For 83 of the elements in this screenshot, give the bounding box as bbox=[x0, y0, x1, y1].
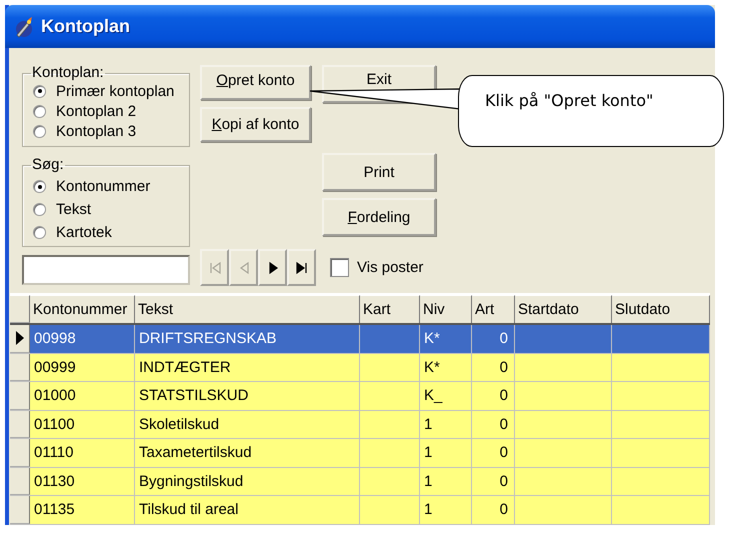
print-button[interactable]: Print bbox=[322, 153, 436, 191]
table-row[interactable]: 01000 STATSTILSKUD K_ 0 bbox=[10, 382, 710, 410]
radio-button[interactable] bbox=[33, 226, 46, 239]
table-cell: INDTÆGTER bbox=[139, 358, 231, 376]
skip-icon bbox=[294, 260, 308, 274]
radio-option[interactable]: Primær kontoplan bbox=[33, 81, 185, 101]
table-cell: 00999 bbox=[34, 358, 76, 376]
row-indicator bbox=[10, 439, 30, 466]
table-cell: K* bbox=[424, 358, 440, 376]
column-header[interactable]: Kart bbox=[360, 295, 420, 323]
radio-option[interactable]: Kartotek bbox=[33, 221, 185, 244]
table-cell: 0 bbox=[500, 444, 508, 462]
radio-button[interactable] bbox=[33, 104, 46, 118]
column-header[interactable]: Niv bbox=[420, 295, 472, 323]
table-cell: K_ bbox=[424, 387, 442, 404]
checkbox[interactable] bbox=[330, 258, 349, 277]
table-row[interactable]: 01135 Tilskud til areal 1 0 bbox=[10, 496, 710, 524]
table-cell: Taxametertilskud bbox=[139, 444, 252, 462]
table-cell: Tilskud til areal bbox=[139, 501, 238, 518]
column-header[interactable]: Kontonummer bbox=[30, 295, 135, 323]
current-row-icon bbox=[16, 331, 24, 346]
table-cell: Bygningstilskud bbox=[139, 472, 244, 490]
radio-label: Primær kontoplan bbox=[56, 82, 174, 100]
table-row[interactable]: 01130 Bygningstilskud 1 0 bbox=[10, 468, 710, 496]
radio-option[interactable]: Kontonummer bbox=[33, 175, 185, 198]
table-cell: 0 bbox=[500, 472, 508, 490]
table-row[interactable]: 01110 Taxametertilskud 1 0 bbox=[10, 439, 710, 468]
table-row[interactable]: 01100 Skoletilskud 1 0 bbox=[10, 410, 710, 439]
table-cell: 01100 bbox=[34, 416, 75, 433]
table-cell: STATSTILSKUD bbox=[139, 387, 248, 404]
column-header[interactable]: Slutdato bbox=[612, 295, 710, 323]
torch-icon bbox=[13, 16, 35, 38]
radio-label: Kontoplan 3 bbox=[56, 122, 136, 140]
table-cell: 1 bbox=[424, 472, 432, 490]
create-account-button[interactable]: Opret konto bbox=[200, 65, 311, 100]
radio-button[interactable] bbox=[33, 84, 46, 98]
table-cell: 01110 bbox=[34, 444, 74, 462]
table-cell: 0 bbox=[500, 387, 508, 404]
navigator-button[interactable] bbox=[287, 249, 316, 286]
radio-option[interactable]: Kontoplan 3 bbox=[33, 121, 185, 141]
table-cell: 01135 bbox=[34, 501, 75, 518]
column-header[interactable]: Art bbox=[472, 295, 515, 323]
search-field[interactable] bbox=[22, 255, 190, 285]
radio-button[interactable] bbox=[33, 203, 46, 216]
radio-button[interactable] bbox=[33, 180, 46, 193]
table-cell: 01000 bbox=[34, 387, 76, 404]
radio-label: Kontoplan 2 bbox=[56, 102, 136, 120]
radio-option[interactable]: Kontoplan 2 bbox=[33, 101, 185, 121]
column-header[interactable]: Tekst bbox=[135, 295, 360, 323]
row-indicator bbox=[10, 468, 30, 495]
vis-poster-checkbox[interactable]: Vis poster bbox=[330, 258, 424, 277]
table-cell: 1 bbox=[424, 501, 432, 518]
table-cell: 1 bbox=[424, 444, 432, 462]
radio-label: Kontonummer bbox=[56, 178, 150, 195]
column-header[interactable]: Startdato bbox=[515, 295, 612, 323]
skip-icon bbox=[208, 260, 222, 274]
table-cell: 01130 bbox=[34, 472, 75, 490]
table-cell: 00998 bbox=[34, 330, 76, 348]
table-cell: 0 bbox=[500, 416, 508, 433]
radio-label: Kartotek bbox=[56, 224, 112, 241]
table-row[interactable]: 00998 DRIFTSREGNSKAB K* 0 bbox=[10, 325, 710, 354]
group-label: Kontoplan: bbox=[31, 65, 105, 81]
table-cell: 0 bbox=[500, 330, 508, 348]
distribution-button[interactable]: Fordeling bbox=[322, 198, 436, 236]
table-cell: 0 bbox=[500, 501, 508, 518]
row-indicator bbox=[10, 354, 30, 381]
table-cell: K* bbox=[424, 330, 440, 348]
callout-text: Klik på "Opret konto" bbox=[485, 91, 654, 110]
table-cell: DRIFTSREGNSKAB bbox=[139, 330, 277, 348]
checkbox-label: Vis poster bbox=[357, 259, 424, 276]
table-cell: Skoletilskud bbox=[139, 416, 220, 433]
row-indicator bbox=[10, 410, 30, 438]
copy-account-button[interactable]: Kopi af konto bbox=[200, 107, 311, 142]
radio-option[interactable]: Tekst bbox=[33, 198, 185, 221]
table-row[interactable]: 00999 INDTÆGTER K* 0 bbox=[10, 354, 710, 382]
group-label: Søg: bbox=[31, 157, 65, 173]
radio-button[interactable] bbox=[33, 124, 46, 138]
table-cell: 1 bbox=[424, 416, 432, 433]
radio-label: Tekst bbox=[56, 201, 92, 218]
table-cell: 0 bbox=[500, 358, 508, 376]
window-title: Kontoplan bbox=[41, 16, 130, 37]
row-indicator bbox=[10, 382, 30, 410]
navigator-button[interactable] bbox=[258, 249, 287, 286]
